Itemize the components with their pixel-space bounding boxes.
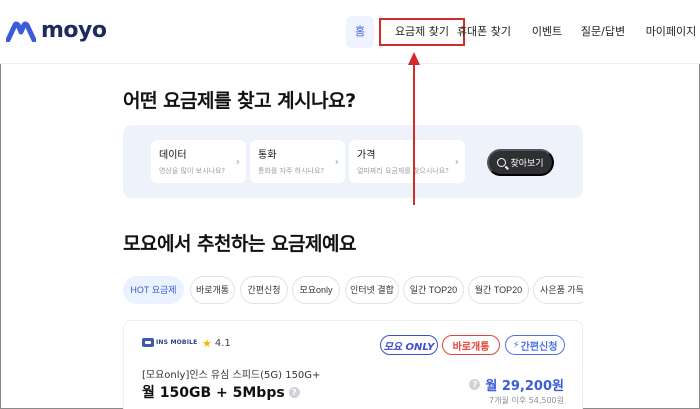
chip-gifts[interactable]: 사은품 가득 (533, 276, 583, 304)
badge-moyo-only: 모요 ONLY (380, 335, 438, 355)
chip-instant-open[interactable]: 바로개통 (190, 276, 235, 304)
find-button[interactable]: 찾아보기 (487, 149, 554, 176)
star-icon: ★ (202, 337, 212, 350)
chevron-right-icon: › (454, 155, 459, 168)
chip-moyo-only[interactable]: 모요only (292, 276, 340, 304)
site-header: moyo 홈 요금제 찾기 휴대폰 찾기 이벤트 질문/답변 마이페이지 (0, 0, 700, 64)
plan-data-amount: 월 150GB + 5Mbps ? (142, 382, 300, 402)
moyo-logo-icon (6, 21, 36, 42)
chip-easy-apply[interactable]: 간편신청 (240, 276, 288, 304)
plan-search-panel: 데이터 영상을 많이 보시나요? › 통화 통화를 자주 하시나요? › 가격 … (123, 125, 583, 198)
annotation-arrow-shaft (413, 60, 415, 205)
find-button-label: 찾아보기 (510, 158, 544, 168)
badge-easy-apply-label: 간편신청 (520, 341, 558, 353)
carrier-logo: INS MOBILE (142, 338, 197, 347)
nav-qna[interactable]: 질문/답변 (576, 16, 630, 48)
filter-data[interactable]: 데이터 영상을 많이 보시나요? › (151, 140, 246, 183)
filter-price-subtitle: 얼마짜리 요금제를 찾으시나요? (357, 167, 449, 175)
plan-data-label: 월 150GB + 5Mbps (142, 385, 285, 401)
chip-internet-bundle[interactable]: 인터넷 결합 (345, 276, 399, 304)
rating-value: 4.1 (214, 338, 231, 349)
nav-event[interactable]: 이벤트 (527, 16, 567, 48)
nav-find-phone[interactable]: 휴대폰 찾기 (456, 16, 512, 48)
plan-name: [모요only]인스 유심 스피드(5G) 150G+ (142, 370, 321, 381)
plan-price: ? 월 29,200원 (469, 375, 564, 394)
nav-home[interactable]: 홈 (346, 16, 374, 48)
help-icon[interactable]: ? (288, 386, 300, 398)
search-headline: 어떤 요금제를 찾고 계시나요? (123, 90, 356, 112)
nav-find-plan[interactable]: 요금제 찾기 (379, 18, 465, 46)
chip-daily-top20[interactable]: 일간 TOP20 (403, 276, 464, 304)
chip-monthly-top20[interactable]: 월간 TOP20 (468, 276, 529, 304)
chevron-right-icon: › (334, 155, 339, 168)
search-icon (497, 158, 507, 167)
plan-price-after: 7개월 이후 54,500원 (489, 396, 564, 405)
filter-data-title: 데이터 (159, 150, 187, 161)
moyo-logo[interactable]: moyo (6, 18, 107, 43)
chip-hot[interactable]: HOT 요금제 (123, 276, 184, 304)
lightning-icon: ⚡ (512, 339, 520, 351)
filter-price[interactable]: 가격 얼마짜리 요금제를 찾으시나요? › (349, 140, 465, 183)
chevron-right-icon: › (235, 155, 240, 168)
carrier-logo-icon (142, 338, 154, 347)
plan-card[interactable]: INS MOBILE ★ 4.1 모요 ONLY 바로개통 ⚡ 간편신청 [모요… (123, 320, 583, 409)
plan-rating: ★ 4.1 (202, 337, 231, 350)
annotation-arrow-head (408, 52, 420, 65)
filter-data-subtitle: 영상을 많이 보시나요? (159, 167, 226, 175)
brand-name: moyo (41, 18, 107, 43)
filter-call-title: 통화 (258, 150, 277, 161)
recommend-chip-list: HOT 요금제 바로개통 간편신청 모요only 인터넷 결합 일간 TOP20… (123, 276, 583, 304)
filter-call-subtitle: 통화를 자주 하시나요? (258, 167, 325, 175)
carrier-name: INS MOBILE (156, 339, 198, 346)
recommend-title: 모요에서 추천하는 요금제예요 (123, 233, 356, 255)
badge-easy-apply: ⚡ 간편신청 (505, 335, 565, 355)
help-icon[interactable]: ? (469, 379, 481, 390)
filter-price-title: 가격 (357, 150, 376, 161)
plan-price-value: 월 29,200원 (485, 379, 564, 394)
badge-instant-open: 바로개통 (442, 335, 500, 355)
filter-call[interactable]: 통화 통화를 자주 하시나요? › (250, 140, 345, 183)
nav-mypage[interactable]: 마이페이지 (638, 16, 700, 48)
